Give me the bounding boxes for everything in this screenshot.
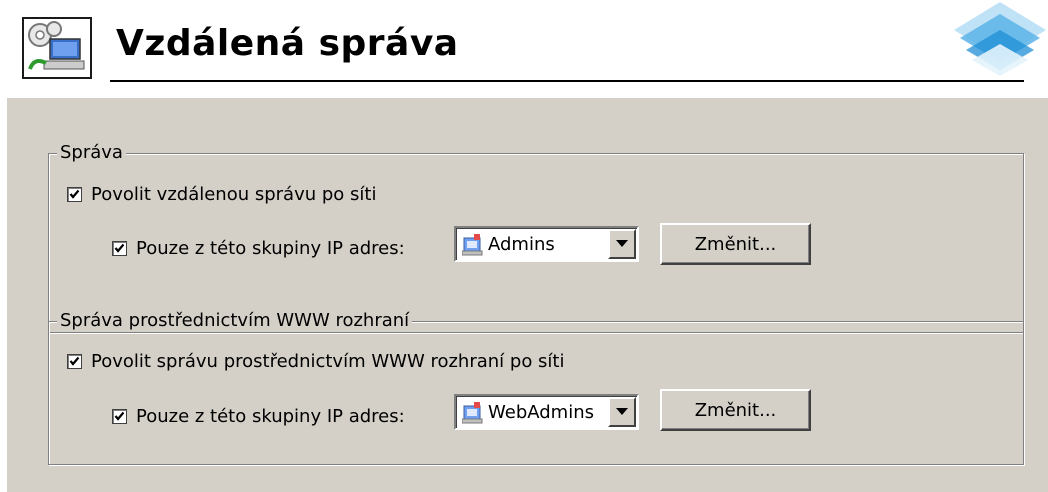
remote-admin-icon (22, 17, 92, 79)
change-button[interactable]: Změnit... (660, 389, 811, 431)
change-button-label: Změnit... (694, 399, 777, 421)
web-ip-restrict-checkbox[interactable] (112, 409, 127, 424)
ip-restrict-label: Pouze z této skupiny IP adres: (136, 238, 405, 259)
page-title: Vzdálená správa (116, 23, 459, 64)
enable-web-admin-checkbox[interactable] (67, 354, 82, 369)
page-header: Vzdálená správa (0, 0, 1048, 98)
web-ip-group-select[interactable]: WebAdmins (454, 394, 639, 430)
change-button-label: Změnit... (694, 233, 777, 255)
group-title: Správa prostřednictvím WWW rozhraní (57, 310, 413, 332)
group-web-admin: Správa prostřednictvím WWW rozhraní Povo… (48, 310, 1024, 465)
group-remote-admin: Správa Povolit vzdálenou správu po síti … (48, 142, 1024, 333)
settings-panel: Správa Povolit vzdálenou správu po síti … (7, 98, 1048, 492)
ip-group-icon (461, 402, 484, 424)
group-title: Správa (57, 142, 126, 164)
web-ip-group-value: WebAdmins (488, 402, 594, 423)
brand-logo (948, 0, 1048, 90)
web-ip-restrict-label: Pouze z této skupiny IP adres: (136, 406, 405, 427)
enable-web-admin-row[interactable]: Povolit správu prostřednictvím WWW rozhr… (67, 351, 565, 372)
dropdown-arrow-icon[interactable] (608, 397, 636, 427)
enable-web-admin-label: Povolit správu prostřednictvím WWW rozhr… (91, 351, 565, 372)
ip-group-value: Admins (488, 234, 555, 255)
ip-restrict-checkbox[interactable] (112, 241, 127, 256)
enable-remote-admin-row[interactable]: Povolit vzdálenou správu po síti (67, 184, 376, 205)
ip-group-select[interactable]: Admins (454, 226, 639, 262)
ip-group-icon (461, 234, 484, 256)
web-ip-restrict-row[interactable]: Pouze z této skupiny IP adres: (112, 406, 405, 427)
header-divider (110, 80, 1024, 82)
ip-restrict-row[interactable]: Pouze z této skupiny IP adres: (112, 238, 405, 259)
enable-remote-admin-checkbox[interactable] (67, 187, 82, 202)
enable-remote-admin-label: Povolit vzdálenou správu po síti (91, 184, 377, 205)
change-button[interactable]: Změnit... (660, 223, 811, 265)
dropdown-arrow-icon[interactable] (608, 229, 636, 259)
